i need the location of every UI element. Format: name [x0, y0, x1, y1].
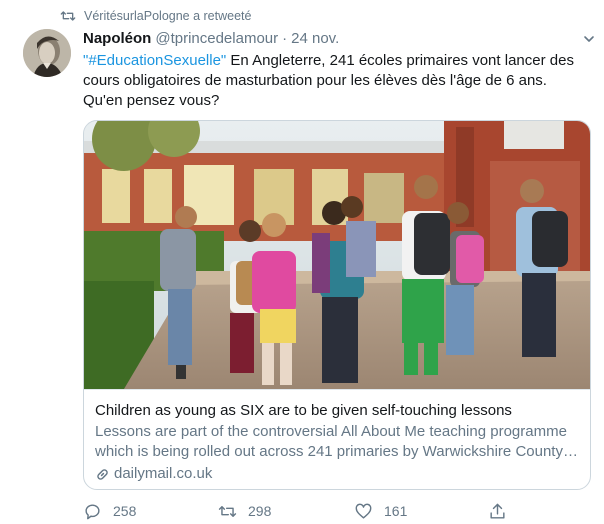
retweet-button[interactable]: 298: [218, 500, 271, 522]
reply-icon: [83, 502, 102, 521]
tweet-text: "#EducationSexuelle" En Angleterre, 241 …: [83, 51, 583, 111]
retweet-icon: [60, 9, 76, 23]
card-description-line: Lessons are part of the controversial Al…: [95, 423, 567, 440]
card-image[interactable]: [84, 121, 590, 389]
avatar[interactable]: [23, 29, 71, 77]
card-domain-text: dailymail.co.uk: [114, 465, 213, 482]
reply-button[interactable]: 258: [83, 500, 136, 522]
chevron-down-icon[interactable]: [582, 32, 596, 46]
tweet-actions: 258 298 161: [83, 500, 603, 522]
card-body[interactable]: Children as young as SIX are to be given…: [84, 389, 590, 489]
tweet-header: Napoléon @tprincedelamour · 24 nov.: [83, 30, 339, 50]
hashtag-link[interactable]: "#EducationSexuelle": [83, 52, 226, 69]
author-handle[interactable]: @tprincedelamour: [155, 30, 278, 47]
card-description: Lessons are part of the controversial Al…: [95, 422, 579, 462]
link-icon: [95, 467, 110, 482]
share-icon: [488, 502, 507, 521]
card-description-line: which is being rolled out across 241 pri…: [95, 443, 579, 460]
heart-icon: [354, 502, 373, 521]
like-count: 161: [384, 503, 408, 519]
separator-dot: ·: [282, 30, 288, 47]
retweet-context[interactable]: VéritésurlaPologne a retweeté: [60, 7, 251, 25]
share-button[interactable]: [488, 500, 518, 522]
retweet-count: 298: [248, 503, 272, 519]
card-title: Children as young as SIX are to be given…: [95, 402, 512, 419]
retweet-icon: [218, 502, 237, 521]
link-card[interactable]: Children as young as SIX are to be given…: [83, 120, 591, 490]
retweet-text: VéritésurlaPologne a retweeté: [84, 9, 252, 23]
card-domain: dailymail.co.uk: [95, 464, 579, 484]
reply-count: 258: [113, 503, 137, 519]
tweet-timestamp[interactable]: 24 nov.: [291, 30, 339, 47]
like-button[interactable]: 161: [354, 500, 407, 522]
author-name[interactable]: Napoléon: [83, 30, 151, 47]
